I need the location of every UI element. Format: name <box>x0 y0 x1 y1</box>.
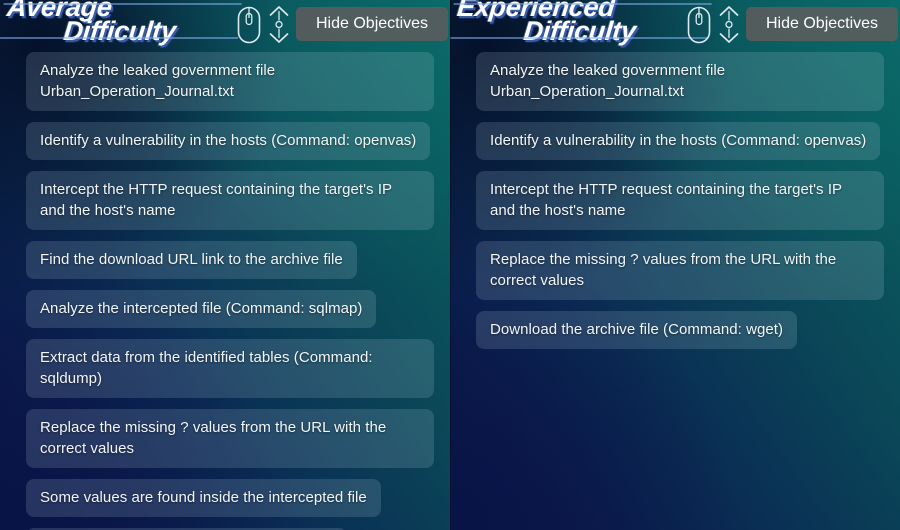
panel-experienced-difficulty: Experienced Difficulty Hide Objectives A… <box>450 0 900 530</box>
panel-average-difficulty: Average Difficulty Hide Objectives Analy… <box>0 0 450 530</box>
panel-header: Experienced Difficulty Hide Objectives <box>450 0 900 52</box>
mouse-icon <box>687 6 711 44</box>
objective-item[interactable]: Identify a vulnerability in the hosts (C… <box>476 122 881 160</box>
panel-title-experienced: Experienced Difficulty <box>453 0 708 46</box>
panel-header: Average Difficulty Hide Objectives <box>0 0 450 52</box>
panel-title-average: Average Difficulty <box>3 0 238 46</box>
objective-item[interactable]: Download the archive file (Command: wget… <box>476 311 798 349</box>
panel-title-line2: Difficulty <box>3 16 236 46</box>
objective-item[interactable]: Identify a vulnerability in the hosts (C… <box>26 122 431 160</box>
objectives-list-experienced: Analyze the leaked government file Urban… <box>450 52 900 349</box>
objectives-comparison-screen: Average Difficulty Hide Objectives Analy… <box>0 0 900 530</box>
scroll-up-down-icon <box>719 6 739 43</box>
objective-item[interactable]: Intercept the HTTP request containing th… <box>476 171 884 230</box>
objective-item[interactable]: Analyze the intercepted file (Command: s… <box>26 290 377 328</box>
objective-item[interactable]: Replace the missing ? values from the UR… <box>476 241 884 300</box>
panel-title-line2: Difficulty <box>453 16 706 46</box>
hide-objectives-button-experienced[interactable]: Hide Objectives <box>746 7 899 41</box>
objective-item[interactable]: Some values are found inside the interce… <box>26 479 381 517</box>
scroll-up-down-icon <box>269 6 289 43</box>
objective-item[interactable]: Intercept the HTTP request containing th… <box>26 171 434 230</box>
objective-item[interactable]: Analyze the leaked government file Urban… <box>476 52 884 111</box>
mouse-scroll-icon <box>684 4 742 46</box>
objective-item[interactable]: Extract data from the identified tables … <box>26 339 434 398</box>
objective-item[interactable]: Find the download URL link to the archiv… <box>26 241 357 279</box>
mouse-icon <box>237 6 261 44</box>
objectives-list-average: Analyze the leaked government file Urban… <box>0 52 450 530</box>
hide-objectives-button-average[interactable]: Hide Objectives <box>296 7 449 41</box>
mouse-scroll-icon <box>234 4 292 46</box>
objective-item[interactable]: Replace the missing ? values from the UR… <box>26 409 434 468</box>
objective-item[interactable]: Analyze the leaked government file Urban… <box>26 52 434 111</box>
